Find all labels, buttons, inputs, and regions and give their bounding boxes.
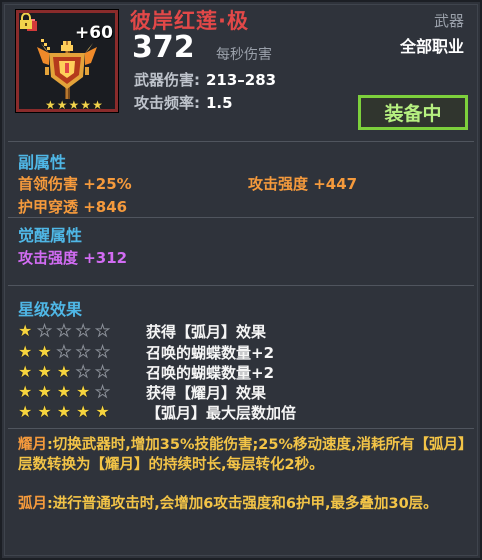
star-effect-row: ★ ★ ★ ★ ★ 【弧月】最大层数加倍 <box>18 403 296 422</box>
huyue-text: :进行普通攻击时,会增加6攻击强度和6护甲,最多叠加30层。 <box>47 496 438 512</box>
star-rating: ★ ★ ★ ★ ★ <box>18 404 128 420</box>
star-filled-icon: ★ <box>56 382 72 401</box>
lock-icon[interactable] <box>19 13 33 29</box>
attack-rate-stat: 攻击频率: 1.5 <box>134 92 233 113</box>
star-filled-icon: ★ <box>18 342 33 361</box>
star-empty-icon: ★ <box>95 382 110 401</box>
star-rating: ★ ★ ★ ★ ★ <box>18 362 128 381</box>
dps-label: 每秒伤害 <box>216 47 272 63</box>
star-empty-icon: ★ <box>37 321 52 340</box>
star-effect-text: 【弧月】最大层数加倍 <box>146 403 297 422</box>
star-icon: ★ <box>92 98 103 112</box>
star-effect-text: 获得【耀月】效果 <box>146 383 267 402</box>
weapon-damage-label: 武器伤害: <box>134 71 200 89</box>
star-icon: ★ <box>56 98 68 112</box>
star-filled-icon: ★ <box>76 382 91 401</box>
star-filled-icon: ★ <box>37 382 52 401</box>
star-effect-text: 召唤的蝴蝶数量+2 <box>146 363 275 382</box>
star-filled-icon: ★ <box>18 362 33 381</box>
star-effect-text: 获得【弧月】效果 <box>146 322 267 341</box>
awaken-stat: 攻击强度 +312 <box>18 249 128 267</box>
star-empty-icon: ★ <box>95 321 110 340</box>
attack-rate-label: 攻击频率: <box>134 94 200 112</box>
divider <box>8 141 474 142</box>
equipped-button[interactable]: 装备中 <box>358 95 468 130</box>
star-rating: ★ ★ ★ ★ ★ <box>18 321 128 340</box>
divider <box>8 285 474 286</box>
yaoyue-text: :切换武器时,增加35%技能伤害;25%移动速度,消耗所有【弧月】层数转换为【耀… <box>18 437 466 473</box>
huyue-keyword: 弧月 <box>18 496 47 512</box>
secondary-stat: 攻击强度 +447 <box>248 175 358 193</box>
star-filled-icon: ★ <box>18 382 33 401</box>
star-empty-icon: ★ <box>76 362 91 381</box>
yaoyue-keyword: 耀月 <box>18 437 47 453</box>
item-type: 武器 <box>433 12 464 30</box>
star-filled-icon: ★ <box>95 402 110 421</box>
attack-rate-value: 1.5 <box>206 94 233 112</box>
star-filled-icon: ★ <box>37 342 52 361</box>
star-filled-icon: ★ <box>37 362 52 381</box>
star-empty-icon: ★ <box>76 342 91 361</box>
item-level-badge: +60 <box>75 23 113 43</box>
star-effects-title: 星级效果 <box>18 300 83 319</box>
star-effect-row: ★ ★ ★ ★ ★ 召唤的蝴蝶数量+2 <box>18 342 274 362</box>
star-effect-row: ★ ★ ★ ★ ★ 获得【弧月】效果 <box>18 321 266 341</box>
dps-value: 372 <box>132 30 195 65</box>
star-filled-icon: ★ <box>56 402 72 421</box>
star-rating: ★ ★ ★ ★ ★ <box>18 382 128 401</box>
star-filled-icon: ★ <box>76 402 91 421</box>
star-empty-icon: ★ <box>95 342 110 361</box>
secondary-stat: 护甲穿透 +846 <box>18 198 128 216</box>
weapon-icon-frame[interactable]: +60 ★ ★ ★ ★ ★ <box>15 9 119 113</box>
yaoyue-description: 耀月:切换武器时,增加35%技能伤害;25%移动速度,消耗所有【弧月】层数转换为… <box>18 435 466 475</box>
star-empty-icon: ★ <box>95 362 110 381</box>
secondary-stat: 首领伤害 +25% <box>18 175 132 193</box>
star-effect-text: 召唤的蝴蝶数量+2 <box>146 343 275 362</box>
star-filled-icon: ★ <box>18 402 33 421</box>
weapon-damage-value: 213–283 <box>206 71 277 89</box>
star-effect-row: ★ ★ ★ ★ ★ 召唤的蝴蝶数量+2 <box>18 362 274 382</box>
star-effect-row: ★ ★ ★ ★ ★ 获得【耀月】效果 <box>18 382 266 402</box>
awaken-attributes-title: 觉醒属性 <box>18 226 83 245</box>
weapon-damage-stat: 武器伤害: 213–283 <box>134 69 276 90</box>
star-icon: ★ <box>80 98 92 112</box>
star-empty-icon: ★ <box>76 321 91 340</box>
star-filled-icon: ★ <box>37 402 52 421</box>
divider <box>8 217 474 218</box>
star-filled-icon: ★ <box>18 321 33 340</box>
secondary-attributes-title: 副属性 <box>18 153 67 172</box>
star-filled-icon: ★ <box>56 362 72 381</box>
star-icon: ★ <box>45 98 56 112</box>
star-empty-icon: ★ <box>56 321 72 340</box>
huyue-description: 弧月:进行普通攻击时,会增加6攻击强度和6护甲,最多叠加30层。 <box>18 494 466 514</box>
divider <box>8 428 474 429</box>
star-empty-icon: ★ <box>56 342 72 361</box>
star-icon: ★ <box>68 98 80 112</box>
star-rating: ★ ★ ★ ★ ★ <box>18 342 128 361</box>
item-class: 全部职业 <box>399 37 464 56</box>
item-star-rating: ★ ★ ★ ★ ★ <box>45 99 103 111</box>
item-tooltip: +60 ★ ★ ★ ★ ★ 彼岸红莲·极 372 每秒伤害 武器伤害: 213–2… <box>0 0 482 560</box>
